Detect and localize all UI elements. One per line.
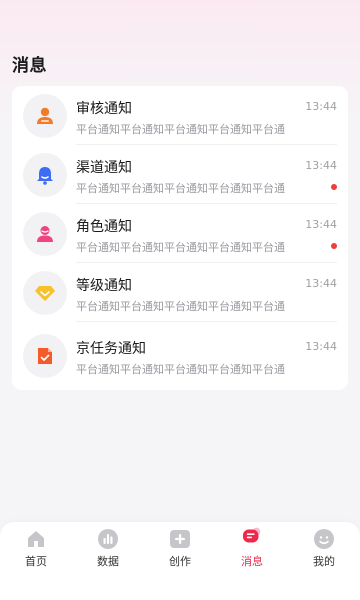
- tab-home[interactable]: 首页: [0, 522, 72, 582]
- notification-preview: 平台通知平台通知平台通知平台通知平台通: [76, 300, 285, 313]
- unread-dot: [331, 184, 337, 190]
- notification-preview: 平台通知平台通知平台通知平台通知平台通: [76, 123, 285, 136]
- notification-time: 13:44: [305, 340, 337, 353]
- notification-item-channel[interactable]: 渠道通知 平台通知平台通知平台通知平台通知平台通 13:44: [12, 145, 348, 204]
- notification-item-review[interactable]: 审核通知 平台通知平台通知平台通知平台通知平台通 13:44: [12, 86, 348, 145]
- notification-preview: 平台通知平台通知平台通知平台通知平台通: [76, 241, 285, 254]
- notification-title: 角色通知: [76, 219, 132, 235]
- page-title: 消息: [12, 56, 47, 76]
- notification-item-role[interactable]: 角色通知 平台通知平台通知平台通知平台通知平台通 13:44: [12, 204, 348, 263]
- unread-dot: [331, 243, 337, 249]
- notification-title: 等级通知: [76, 278, 132, 294]
- home-icon: [25, 528, 47, 550]
- bell-icon: [23, 153, 67, 197]
- notification-time: 13:44: [305, 100, 337, 113]
- notification-time: 13:44: [305, 277, 337, 290]
- notification-time: 13:44: [305, 159, 337, 172]
- notification-item-task[interactable]: 京任务通知 平台通知平台通知平台通知平台通知平台通 13:44: [12, 326, 348, 385]
- tab-label: 消息: [241, 555, 263, 568]
- notification-preview: 平台通知平台通知平台通知平台通知平台通: [76, 363, 285, 376]
- tab-label: 数据: [97, 555, 119, 568]
- review-person-icon: [23, 94, 67, 138]
- notification-item-level[interactable]: 等级通知 平台通知平台通知平台通知平台通知平台通 13:44: [12, 263, 348, 322]
- notification-time: 13:44: [305, 218, 337, 231]
- tab-data[interactable]: 数据: [72, 522, 144, 582]
- tab-label: 我的: [313, 555, 335, 568]
- tab-messages[interactable]: 消息: [216, 522, 288, 582]
- notification-list: 审核通知 平台通知平台通知平台通知平台通知平台通 13:44 渠道通知 平台通知…: [12, 86, 348, 390]
- tab-create[interactable]: 创作: [144, 522, 216, 582]
- tab-profile[interactable]: 我的: [288, 522, 360, 582]
- diamond-icon: [23, 271, 67, 315]
- profile-icon: [313, 528, 335, 550]
- message-icon: [241, 527, 263, 550]
- notification-title: 京任务通知: [76, 341, 146, 357]
- notification-preview: 平台通知平台通知平台通知平台通知平台通: [76, 182, 285, 195]
- tab-label: 创作: [169, 555, 191, 568]
- data-chart-icon: [97, 528, 119, 550]
- tab-label: 首页: [25, 555, 47, 568]
- notification-title: 审核通知: [76, 101, 132, 117]
- bottom-tab-bar: 首页 数据 创作 消息 我的: [0, 522, 360, 600]
- role-person-icon: [23, 212, 67, 256]
- task-document-icon: [23, 334, 67, 378]
- divider: [76, 321, 337, 322]
- create-plus-icon: [169, 528, 191, 550]
- notification-title: 渠道通知: [76, 160, 132, 176]
